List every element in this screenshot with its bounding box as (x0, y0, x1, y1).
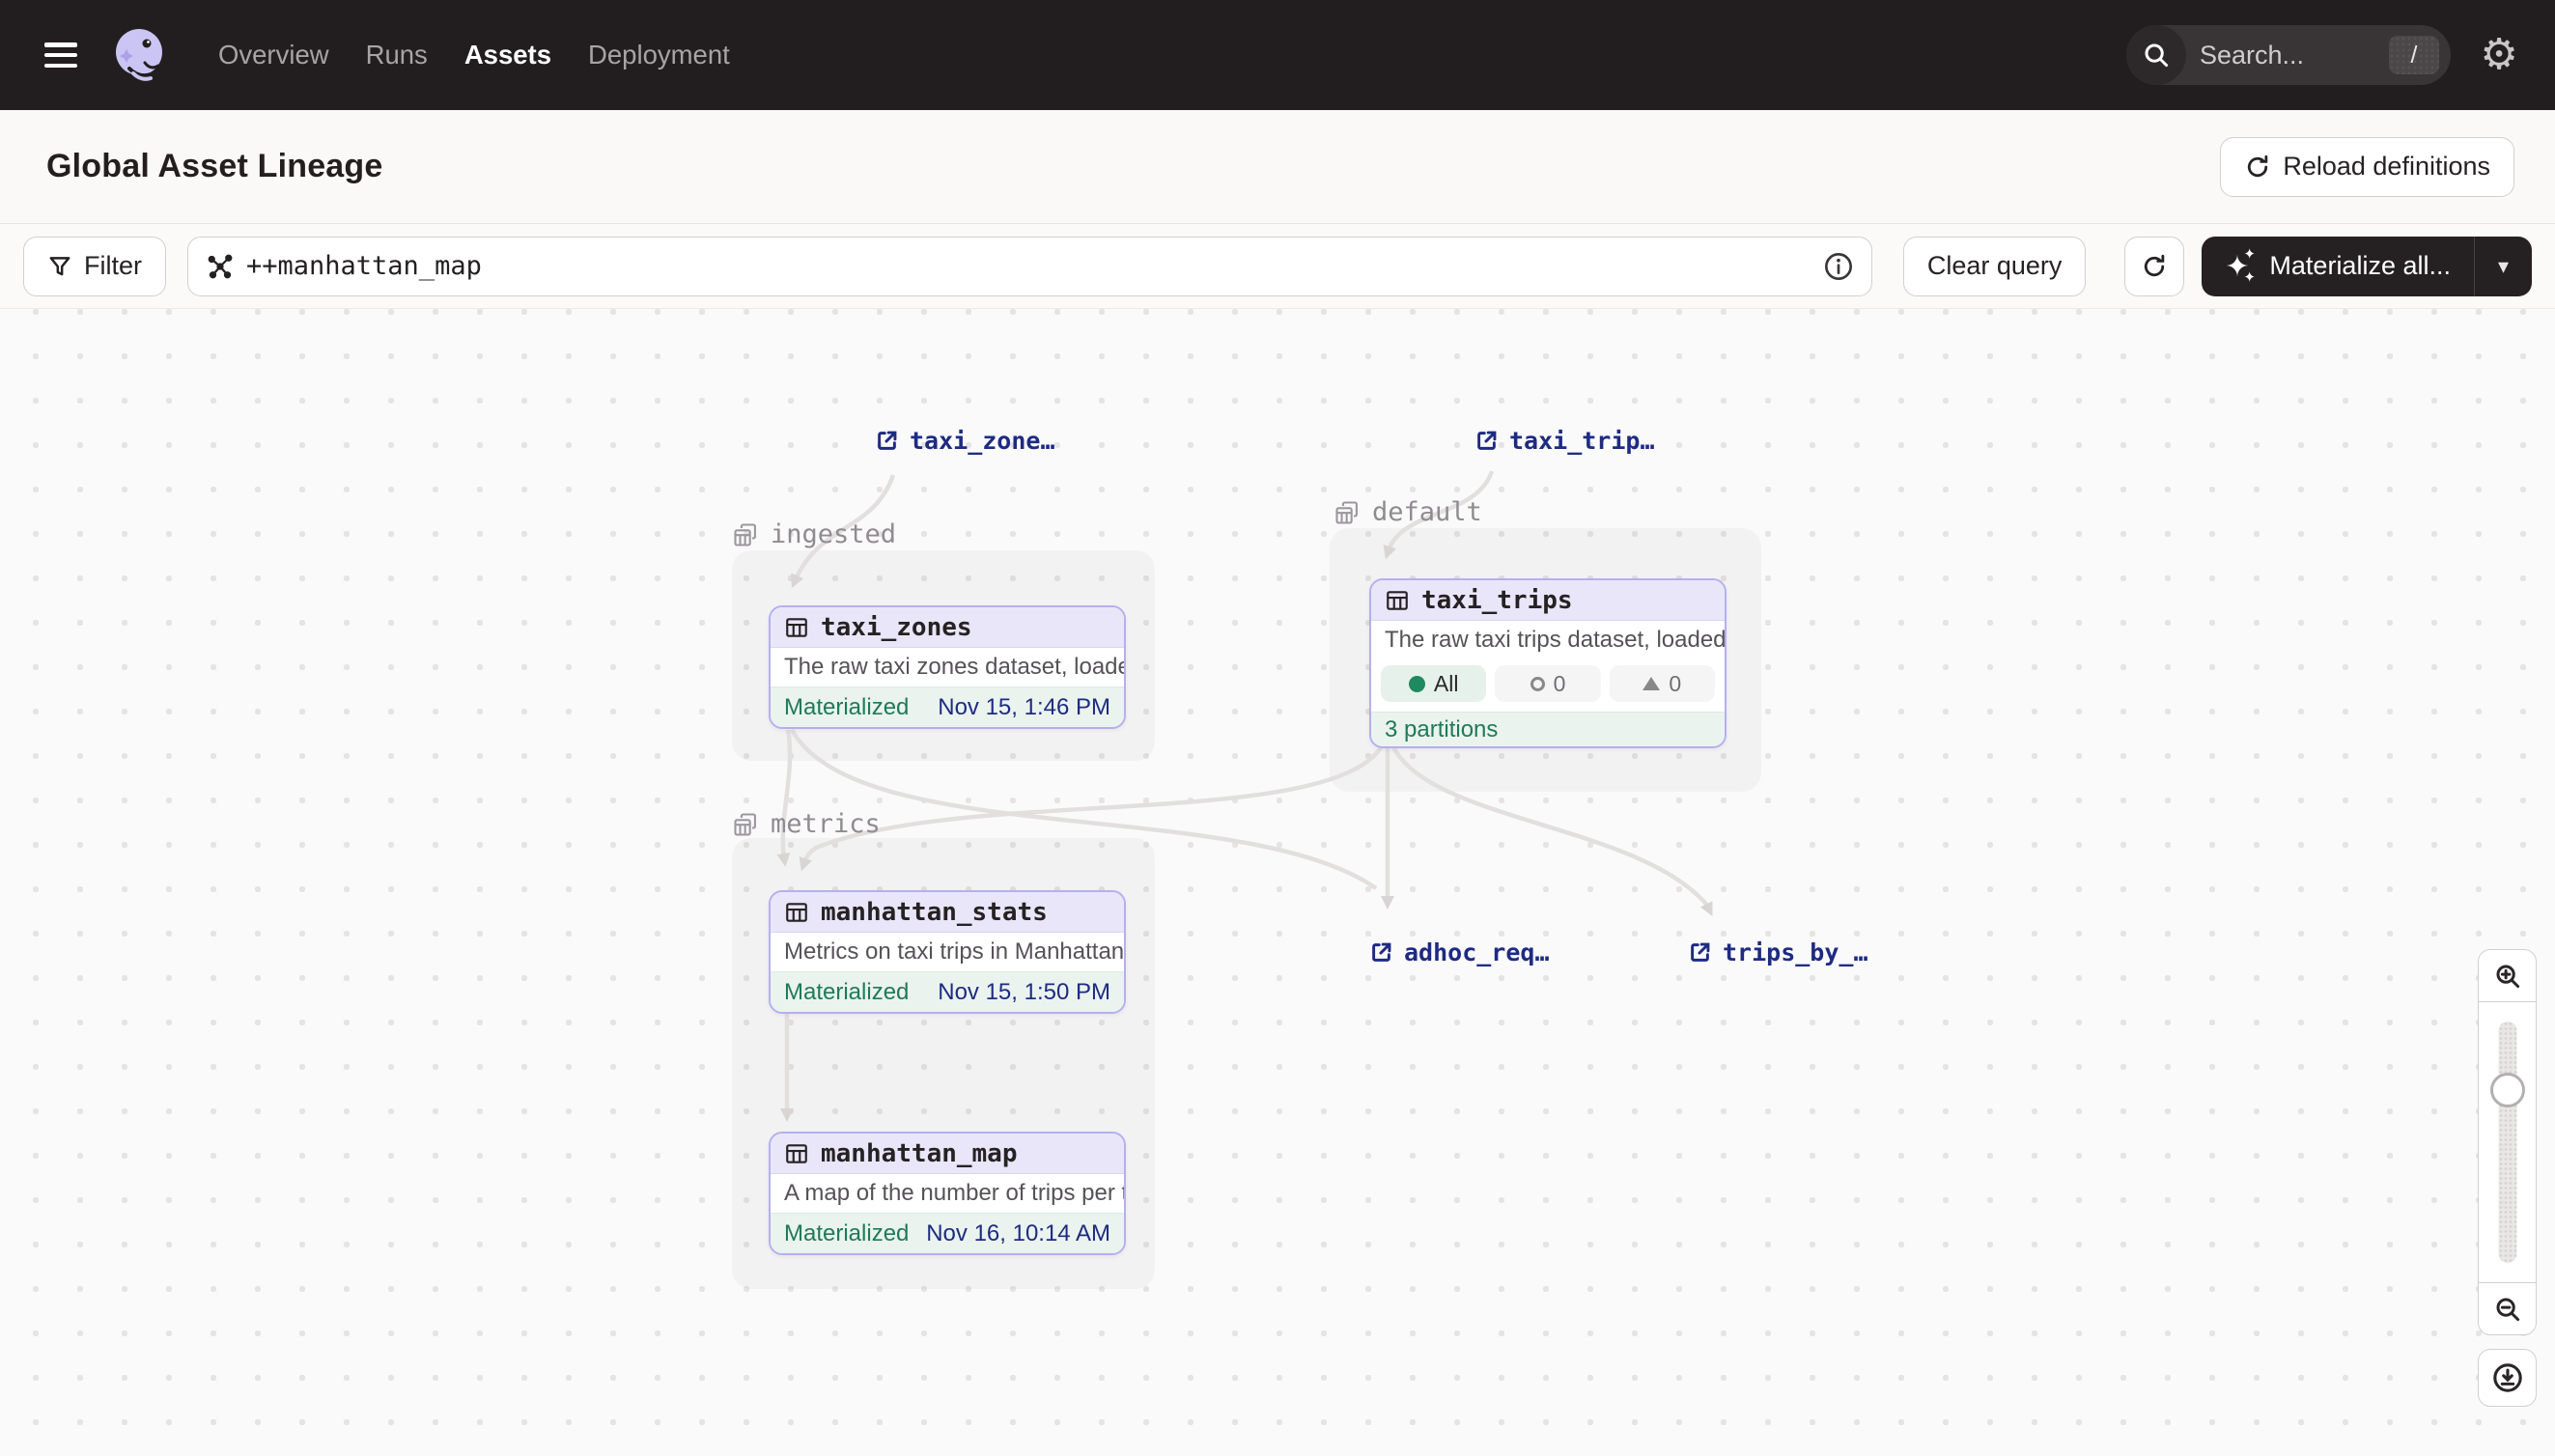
nav-assets[interactable]: Assets (464, 40, 551, 70)
asset-node-header: manhattan_stats (771, 892, 1124, 933)
table-icon (784, 615, 809, 640)
asset-node-header: manhattan_map (771, 1134, 1124, 1174)
search-placeholder: Search... (2200, 41, 2389, 70)
refresh-icon (2141, 253, 2168, 280)
query-value: ++manhattan_map (246, 251, 1823, 281)
asset-node-manhattan-map[interactable]: manhattan_map A map of the number of tri… (769, 1132, 1126, 1255)
clear-query-button[interactable]: Clear query (1903, 237, 2087, 296)
menu-icon[interactable] (44, 42, 77, 68)
nav-runs[interactable]: Runs (366, 40, 428, 70)
sparkle-icon: ✦✦✦ (2225, 247, 2258, 286)
zoom-in-icon (2493, 962, 2522, 991)
dagster-logo-icon[interactable] (110, 26, 168, 84)
group-label-default[interactable]: default (1334, 497, 1482, 527)
nav-overview[interactable]: Overview (218, 40, 329, 70)
primary-nav: Overview Runs Assets Deployment (218, 40, 730, 70)
partition-pill-failed[interactable]: 0 (1610, 665, 1715, 702)
info-icon[interactable] (1823, 251, 1854, 282)
page-title: Global Asset Lineage (46, 148, 383, 185)
partition-pill-missing[interactable]: 0 (1495, 665, 1600, 702)
filter-funnel-icon (47, 254, 72, 279)
page-header: Global Asset Lineage Reload definitions (0, 110, 2555, 224)
reload-definitions-button[interactable]: Reload definitions (2220, 137, 2514, 197)
zoom-controls (2478, 949, 2537, 1407)
materialized-status: Materialized (784, 694, 909, 721)
materialized-status: Materialized (784, 979, 909, 1006)
asset-node-footer: Materialized Nov 15, 1:46 PM (771, 686, 1124, 727)
asset-node-manhattan-stats[interactable]: manhattan_stats Metrics on taxi trips in… (769, 890, 1126, 1014)
search-icon (2126, 25, 2186, 85)
table-icon (784, 1141, 809, 1166)
nav-deployment[interactable]: Deployment (588, 40, 730, 70)
external-asset-link-taxi-trip[interactable]: taxi_trip… (1474, 427, 1655, 455)
materialized-timestamp[interactable]: Nov 15, 1:46 PM (938, 694, 1110, 721)
download-view-button[interactable] (2478, 1349, 2537, 1407)
search-input[interactable]: Search... / (2126, 25, 2451, 85)
group-label-ingested[interactable]: ingested (732, 519, 896, 549)
materialized-status: Materialized (784, 1220, 909, 1247)
asset-node-footer: Materialized Nov 15, 1:50 PM (771, 971, 1124, 1012)
partition-status-pills: All 0 0 (1381, 665, 1715, 702)
partition-pill-all[interactable]: All (1381, 665, 1486, 702)
external-asset-link-trips-by[interactable]: trips_by_… (1687, 938, 1868, 966)
external-link-icon (1474, 428, 1500, 454)
lineage-edges (0, 309, 2555, 1456)
refresh-graph-button[interactable] (2124, 237, 2184, 296)
top-navigation-bar: Overview Runs Assets Deployment Search..… (0, 0, 2555, 110)
group-tables-icon (732, 811, 759, 838)
partitions-count[interactable]: 3 partitions (1371, 712, 1725, 746)
lineage-toolbar: Filter ++manhattan_map Clear query ✦✦✦ M… (0, 224, 2555, 309)
group-label-metrics[interactable]: metrics (732, 809, 881, 839)
external-link-icon (1687, 939, 1713, 966)
lineage-canvas[interactable]: ingested default metrics taxi_zone… taxi… (0, 309, 2555, 1456)
filter-button[interactable]: Filter (23, 237, 166, 296)
asset-description: The raw taxi zones dataset, loaded int..… (771, 648, 1124, 686)
caret-down-icon: ▾ (2498, 254, 2509, 279)
materialize-all-button[interactable]: ✦✦✦ Materialize all... ▾ (2202, 237, 2532, 296)
zoom-in-button[interactable] (2478, 949, 2537, 1002)
asset-node-footer: Materialized Nov 16, 10:14 AM (771, 1213, 1124, 1253)
zoom-out-icon (2493, 1295, 2522, 1324)
external-link-icon (874, 428, 900, 454)
table-icon (784, 900, 809, 925)
success-dot-icon (1409, 676, 1425, 692)
graph-selector-icon (206, 252, 235, 281)
materialized-timestamp[interactable]: Nov 15, 1:50 PM (938, 979, 1110, 1006)
asset-node-header: taxi_trips (1371, 580, 1725, 621)
missing-ring-icon (1530, 677, 1545, 691)
asset-description: Metrics on taxi trips in Manhattan (771, 933, 1124, 971)
materialize-dropdown-caret[interactable]: ▾ (2474, 237, 2532, 296)
refresh-icon (2244, 154, 2271, 181)
group-tables-icon (732, 521, 759, 548)
external-link-icon (1368, 939, 1394, 966)
external-asset-link-taxi-zone[interactable]: taxi_zone… (874, 427, 1055, 455)
asset-node-taxi-trips[interactable]: taxi_trips The raw taxi trips dataset, l… (1369, 578, 1727, 748)
table-icon (1385, 588, 1410, 613)
search-shortcut-badge: / (2389, 36, 2439, 74)
zoom-slider (2478, 1002, 2537, 1282)
zoom-slider-track[interactable] (2498, 1022, 2516, 1263)
asset-description: The raw taxi trips dataset, loaded into … (1371, 621, 1725, 659)
asset-node-taxi-zones[interactable]: taxi_zones The raw taxi zones dataset, l… (769, 605, 1126, 729)
materialized-timestamp[interactable]: Nov 16, 10:14 AM (926, 1220, 1110, 1247)
asset-node-header: taxi_zones (771, 607, 1124, 648)
zoom-slider-thumb[interactable] (2490, 1073, 2525, 1107)
settings-gear-icon[interactable]: ⚙ (2474, 34, 2524, 76)
download-icon (2491, 1361, 2524, 1394)
external-asset-link-adhoc-req[interactable]: adhoc_req… (1368, 938, 1550, 966)
zoom-out-button[interactable] (2478, 1282, 2537, 1335)
warning-triangle-icon (1642, 677, 1660, 690)
group-tables-icon (1334, 499, 1361, 526)
asset-description: A map of the number of trips per taxi z.… (771, 1174, 1124, 1213)
asset-selection-query-input[interactable]: ++manhattan_map (187, 237, 1872, 296)
